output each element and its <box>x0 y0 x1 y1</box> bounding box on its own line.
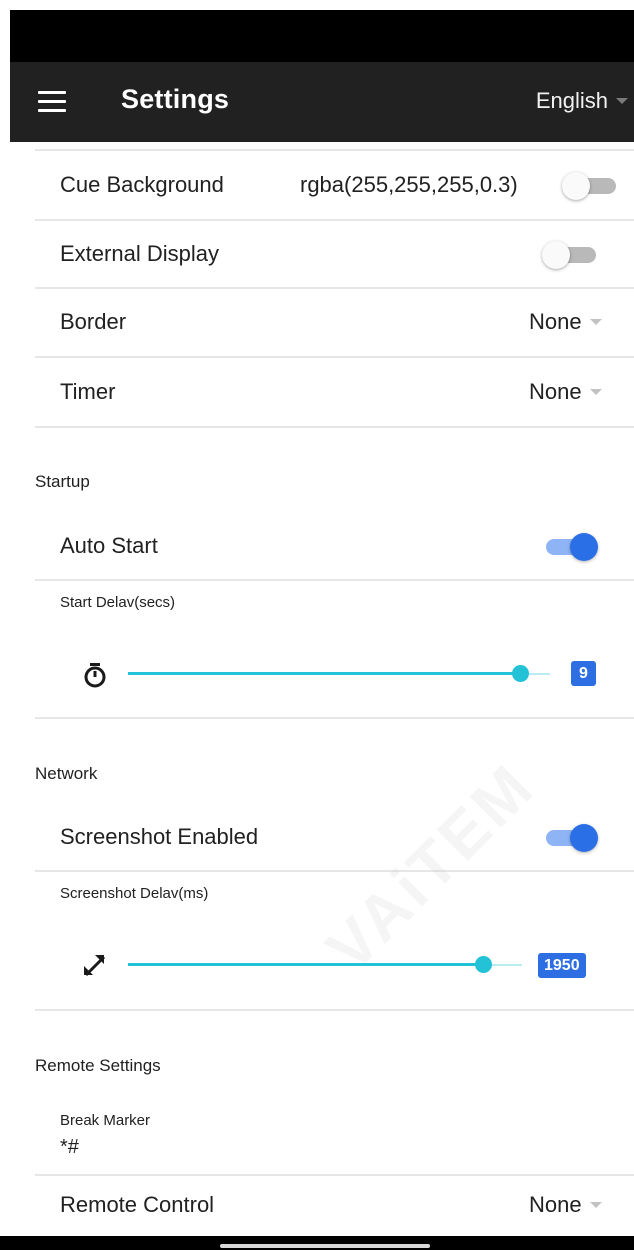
divider <box>35 426 634 428</box>
divider <box>35 717 634 719</box>
screenshot-delay-label: Screenshot Delav(ms) <box>60 885 209 902</box>
start-delay-label: Start Delav(secs) <box>60 594 176 611</box>
auto-start-row: Auto Start <box>35 513 634 579</box>
border-row[interactable]: Border None <box>35 288 634 356</box>
hamburger-menu-icon[interactable] <box>38 91 66 113</box>
caret-down-icon <box>616 98 628 104</box>
cue-background-value: rgba(255,255,255,0.3) <box>300 172 518 197</box>
external-display-row: External Display <box>35 220 634 288</box>
slider-handle[interactable] <box>474 956 492 973</box>
language-select[interactable]: English <box>536 88 628 114</box>
external-display-toggle[interactable] <box>542 239 598 269</box>
break-marker-input[interactable]: *# <box>60 1136 79 1159</box>
remote-control-select-value: None <box>529 1192 582 1217</box>
timer-label: Timer <box>60 378 116 404</box>
break-marker-label: Break Marker <box>60 1112 151 1129</box>
auto-start-label: Auto Start <box>60 533 158 558</box>
cue-background-row: Cue Background rgba(255,255,255,0.3) <box>35 150 634 220</box>
cue-background-toggle[interactable] <box>562 170 618 200</box>
screenshot-delay-slider[interactable] <box>128 955 522 975</box>
slider-handle[interactable] <box>512 665 530 682</box>
start-delay-value-badge: 9 <box>571 661 596 686</box>
timer-select[interactable]: None <box>529 379 602 405</box>
divider <box>35 1009 634 1011</box>
stopwatch-icon <box>84 663 106 688</box>
divider <box>35 579 634 581</box>
app-bar: Settings English <box>10 62 634 142</box>
border-select-value: None <box>529 309 582 334</box>
caret-down-icon <box>589 1202 602 1208</box>
screenshot-enabled-label: Screenshot Enabled <box>60 824 259 849</box>
home-indicator[interactable] <box>220 1244 430 1248</box>
caret-down-icon <box>589 388 602 395</box>
network-section-header: Network <box>35 764 98 783</box>
language-select-value: English <box>535 88 608 113</box>
timer-row[interactable]: Timer None <box>35 357 634 426</box>
start-delay-slider[interactable] <box>128 664 550 684</box>
startup-section-header: Startup <box>35 472 90 491</box>
auto-start-toggle[interactable] <box>542 531 598 561</box>
divider <box>35 870 634 872</box>
remote-settings-section-header: Remote Settings <box>35 1056 161 1075</box>
timer-select-value: None <box>529 378 582 404</box>
settings-screen: Settings English Cue Background rgba(255… <box>0 0 634 1250</box>
cue-background-label: Cue Background <box>60 172 224 197</box>
page-title: Settings <box>121 84 230 114</box>
border-label: Border <box>60 309 127 334</box>
screenshot-enabled-row: Screenshot Enabled <box>35 804 634 870</box>
screenshot-enabled-toggle[interactable] <box>542 822 598 852</box>
screenshot-delay-value-badge: 1950 <box>538 953 586 978</box>
external-display-label: External Display <box>60 241 219 266</box>
caret-down-icon <box>589 319 602 325</box>
remote-control-label: Remote Control <box>60 1192 215 1217</box>
status-bar <box>10 10 634 62</box>
remote-control-select[interactable]: None <box>529 1192 602 1218</box>
border-select[interactable]: None <box>529 309 602 335</box>
remote-control-row[interactable]: Remote Control None <box>35 1176 634 1234</box>
expand-arrows-icon <box>84 955 106 977</box>
